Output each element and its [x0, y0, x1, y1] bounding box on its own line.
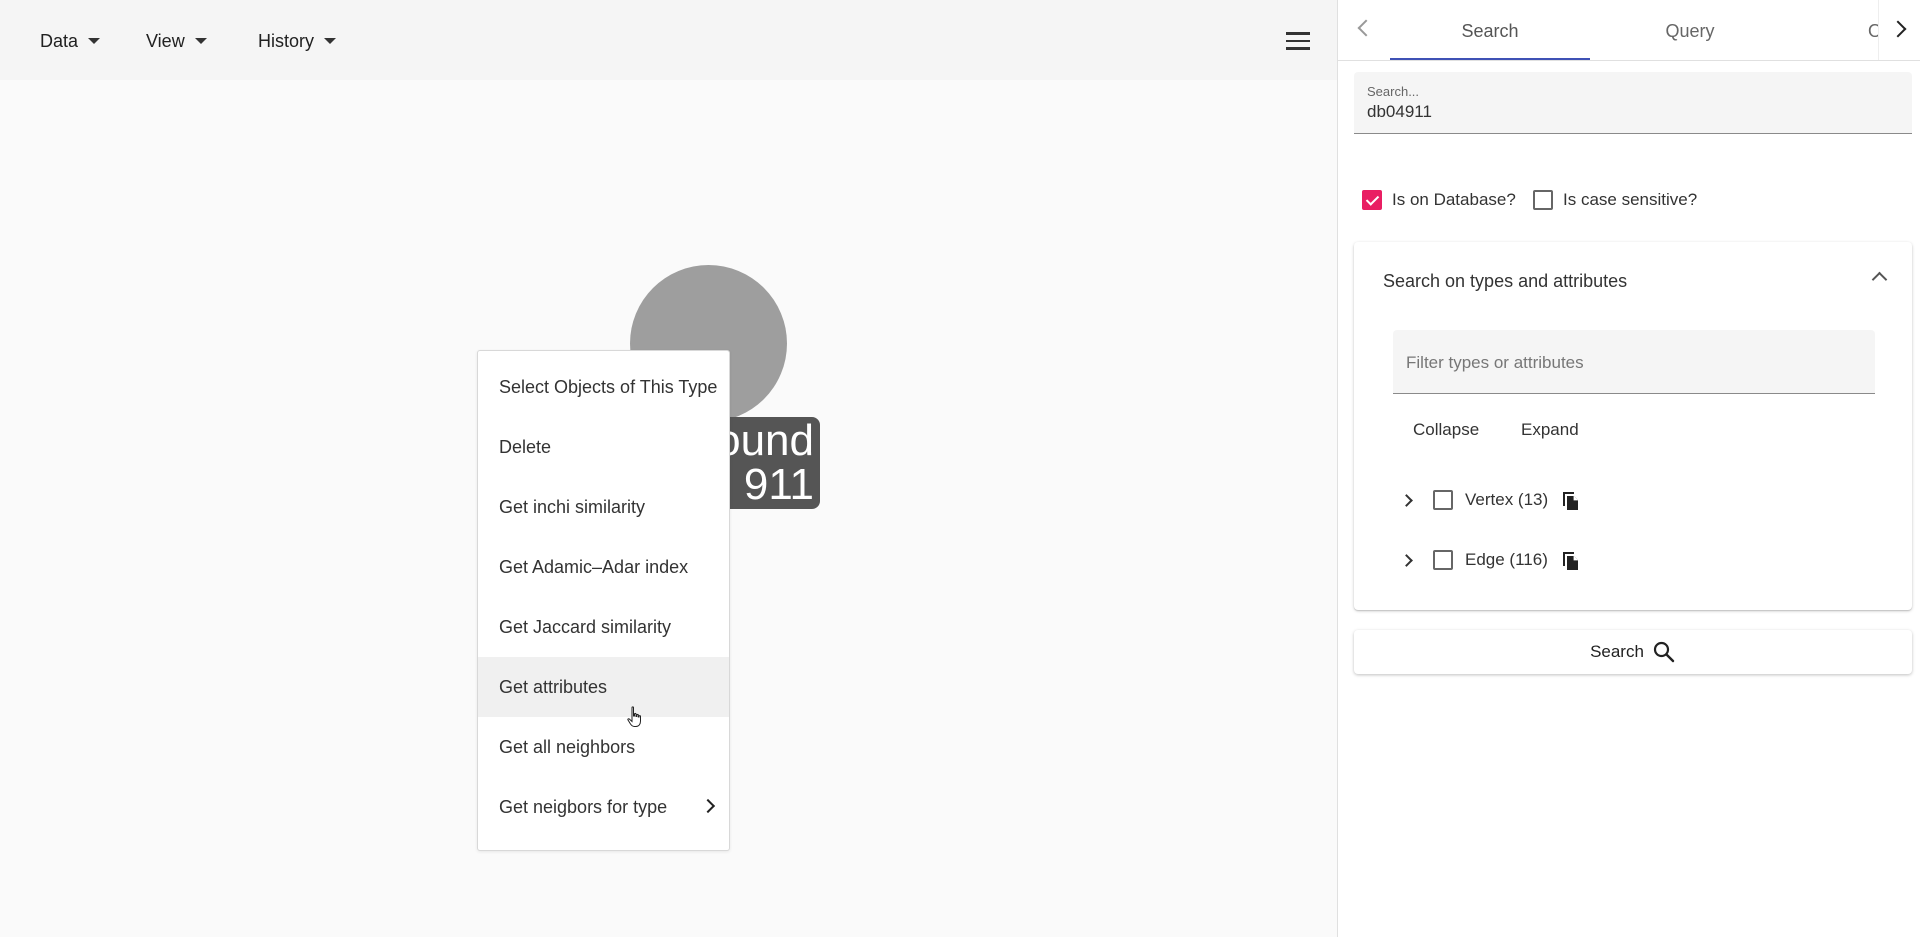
menu-item-neighbors-for-type-label: Get neigbors for type — [499, 797, 668, 817]
view-menu-label: View — [146, 30, 185, 51]
search-button-label: Search — [1590, 642, 1644, 661]
on-database-label: Is on Database? — [1392, 190, 1516, 209]
search-input[interactable]: Search... db04911 — [1354, 72, 1912, 134]
menu-item-inchi-similarity[interactable]: Get inchi similarity — [478, 477, 729, 537]
vertex-checkbox[interactable] — [1433, 490, 1453, 510]
accordion-title: Search on types and attributes — [1383, 271, 1628, 291]
menu-item-jaccard-similarity[interactable]: Get Jaccard similarity — [478, 597, 729, 657]
on-database-checkbox[interactable]: Is on Database? — [1362, 188, 1516, 212]
copy-icon[interactable] — [1562, 549, 1580, 571]
tree-item-vertex-label: Vertex (13) — [1465, 490, 1549, 509]
tree-item-edge: Edge (116) — [1400, 548, 1580, 572]
filter-types-input[interactable]: Filter types or attributes — [1393, 330, 1875, 394]
menu-item-adamic-adar-index[interactable]: Get Adamic–Adar index — [478, 537, 729, 597]
search-input-value: db04911 — [1367, 102, 1432, 121]
caret-down-icon — [324, 38, 337, 44]
graph-canvas[interactable]: ound 911 Select Objects of This Type Del… — [0, 80, 1337, 937]
menu-item-get-attributes[interactable]: Get attributes — [478, 657, 729, 717]
menu-item-neighbors-for-type[interactable]: Get neigbors for type — [478, 777, 729, 837]
chevron-right-icon — [700, 798, 716, 814]
top-toolbar: Data View History — [0, 0, 1337, 80]
history-menu-label: History — [258, 30, 315, 51]
filter-placeholder: Filter types or attributes — [1406, 353, 1584, 372]
data-menu-label: Data — [40, 30, 79, 51]
tab-scroll-right-button[interactable] — [1878, 0, 1920, 60]
menu-item-select-objects-of-type[interactable]: Select Objects of This Type — [478, 357, 729, 417]
history-menu-button[interactable]: History — [258, 26, 337, 56]
search-input-label: Search... — [1367, 84, 1420, 99]
panel-tabs: Search Query O — [1338, 0, 1920, 61]
menu-item-delete[interactable]: Delete — [478, 417, 729, 477]
caret-down-icon — [194, 38, 207, 44]
chevron-right-icon — [1889, 20, 1907, 38]
chevron-up-icon[interactable] — [1871, 271, 1888, 288]
edge-checkbox[interactable] — [1433, 550, 1453, 570]
side-panel: Search Query O Search... db04911 Is on D… — [1337, 0, 1920, 937]
checkbox-unchecked-icon — [1533, 190, 1553, 210]
caret-down-icon — [88, 38, 101, 44]
case-sensitive-label: Is case sensitive? — [1563, 190, 1698, 209]
collapse-button[interactable]: Collapse — [1413, 420, 1479, 440]
search-button[interactable]: Search — [1354, 630, 1912, 674]
tree-item-edge-label: Edge (116) — [1465, 550, 1548, 569]
view-menu-button[interactable]: View — [146, 26, 207, 56]
menu-icon[interactable] — [1286, 32, 1310, 50]
data-menu-button[interactable]: Data — [40, 26, 101, 56]
tree-item-vertex: Vertex (13) — [1400, 488, 1580, 512]
expand-button[interactable]: Expand — [1521, 420, 1579, 440]
copy-icon[interactable] — [1562, 489, 1580, 511]
tab-search[interactable]: Search — [1390, 0, 1590, 60]
chevron-right-icon[interactable] — [1400, 493, 1413, 507]
menu-item-get-all-neighbors[interactable]: Get all neighbors — [478, 717, 729, 777]
context-menu: Select Objects of This Type Delete Get i… — [477, 350, 730, 851]
chevron-left-icon[interactable] — [1357, 19, 1375, 37]
chevron-right-icon[interactable] — [1400, 553, 1413, 567]
tab-query[interactable]: Query — [1590, 0, 1790, 60]
types-attributes-accordion: Search on types and attributes Filter ty… — [1354, 242, 1912, 610]
checkbox-checked-icon — [1362, 190, 1382, 210]
search-icon — [1653, 641, 1675, 663]
case-sensitive-checkbox[interactable]: Is case sensitive? — [1533, 188, 1697, 212]
hand-pointer-icon — [627, 706, 641, 727]
